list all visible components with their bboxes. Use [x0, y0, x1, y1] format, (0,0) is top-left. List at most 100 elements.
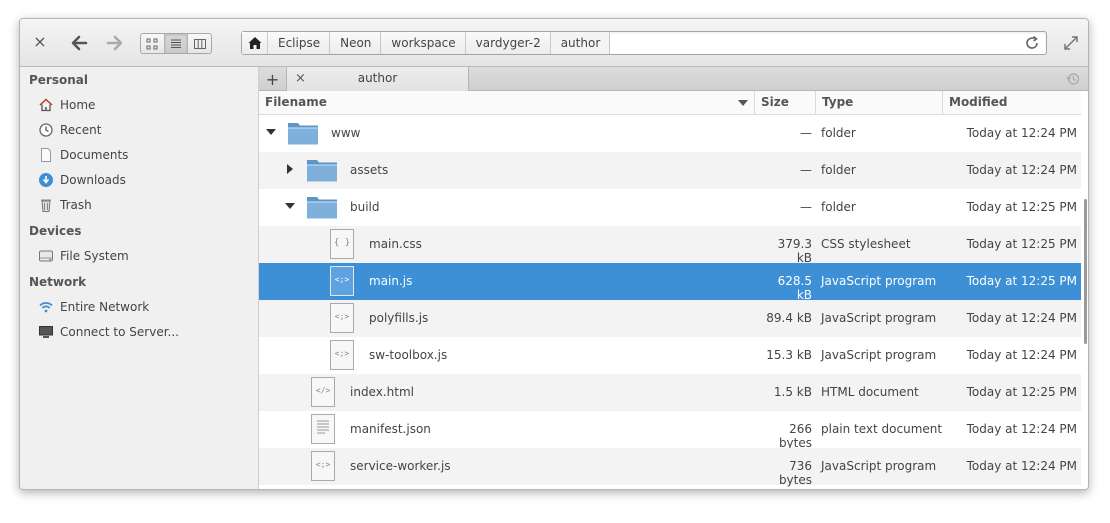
sidebar-item-connect-to-server[interactable]: Connect to Server...: [38, 322, 179, 342]
sidebar-item-trash[interactable]: Trash: [38, 195, 92, 215]
column-filename-label: Filename: [265, 95, 327, 109]
column-filename[interactable]: Filename: [259, 91, 755, 115]
file-modified: Today at 12:24 PM: [966, 348, 1077, 362]
closed-tabs-icon[interactable]: [1066, 72, 1080, 86]
js-file-icon: <;>: [330, 266, 358, 296]
table-row[interactable]: build — folder Today at 12:25 PM: [259, 189, 1081, 226]
sidebar-item-recent[interactable]: Recent: [38, 120, 101, 140]
file-name: service-worker.js: [350, 459, 451, 473]
table-row[interactable]: <;> sw-toolbox.js 15.3 kB JavaScript progra…: [259, 337, 1081, 374]
svg-text:{ }: { }: [334, 238, 350, 248]
expander-open-icon[interactable]: [285, 203, 295, 209]
svg-text:<;>: <;>: [335, 349, 350, 358]
breadcrumb-item[interactable]: Eclipse: [268, 32, 331, 54]
file-name: main.js: [369, 274, 413, 288]
file-name: manifest.json: [350, 422, 431, 436]
file-modified: Today at 12:25 PM: [966, 274, 1077, 288]
file-manager-window: × Eclipse Neon workspace vardyger-2 auth…: [19, 18, 1089, 490]
file-type: JavaScript program: [821, 311, 937, 325]
breadcrumb-item[interactable]: author: [550, 32, 611, 54]
sidebar-item-home[interactable]: Home: [38, 95, 95, 115]
svg-text:<;>: <;>: [335, 275, 350, 284]
arrow-right-icon: [106, 35, 123, 51]
file-size: —: [800, 200, 812, 214]
file-type: JavaScript program: [821, 274, 937, 288]
breadcrumb-home[interactable]: [242, 32, 268, 54]
file-modified: Today at 12:24 PM: [966, 163, 1077, 177]
sidebar-item-label: Connect to Server...: [60, 325, 179, 339]
expander-open-icon[interactable]: [266, 129, 276, 135]
tab-bar: + × author: [259, 67, 1088, 91]
vertical-scrollbar[interactable]: [1084, 199, 1087, 344]
list-icon: [171, 39, 181, 48]
column-view-button[interactable]: [188, 34, 211, 53]
sidebar-item-label: Home: [60, 98, 96, 112]
expander-closed-icon[interactable]: [287, 164, 293, 174]
list-view-button[interactable]: [164, 34, 189, 53]
svg-text:<;>: <;>: [335, 312, 350, 321]
icon-view-button[interactable]: [141, 34, 165, 53]
file-modified: Today at 12:24 PM: [966, 422, 1077, 436]
forward-button[interactable]: [104, 32, 126, 54]
tab-author[interactable]: × author: [287, 67, 469, 91]
drive-icon: [38, 248, 54, 264]
column-type[interactable]: Type: [816, 91, 943, 115]
file-name: sw-toolbox.js: [369, 348, 448, 362]
table-row[interactable]: <;> polyfills.js 89.4 kB JavaScript program…: [259, 300, 1081, 337]
sidebar-item-downloads[interactable]: Downloads: [38, 170, 126, 190]
breadcrumb-item[interactable]: workspace: [381, 32, 466, 54]
sidebar-heading: Network: [29, 275, 87, 289]
file-size: 1.5 kB: [773, 385, 812, 399]
documents-icon: [38, 147, 54, 163]
file-name: www: [331, 126, 361, 140]
file-size: 266 bytes: [778, 422, 812, 450]
table-row[interactable]: <;> main.js 628.5 kB JavaScript program Toda…: [259, 263, 1081, 302]
file-list: Filename Size Type Modified www — folder To…: [259, 91, 1088, 489]
file-modified: Today at 12:24 PM: [966, 126, 1077, 140]
file-modified: Today at 12:25 PM: [966, 200, 1077, 214]
home-icon: [38, 97, 54, 113]
column-size-label: Size: [761, 95, 789, 109]
column-size[interactable]: Size: [755, 91, 816, 115]
file-size: 628.5 kB: [777, 274, 812, 302]
sidebar-item-file-system[interactable]: File System: [38, 246, 129, 266]
close-window-button[interactable]: ×: [32, 34, 48, 50]
sidebar-item-entire-network[interactable]: Entire Network: [38, 297, 149, 317]
arrow-left-icon: [71, 35, 88, 51]
file-type: JavaScript program: [821, 459, 937, 473]
table-row[interactable]: assets — folder Today at 12:24 PM: [259, 152, 1081, 189]
table-row[interactable]: <;> service-worker.js 736 bytes JavaScript …: [259, 448, 1081, 487]
fullscreen-icon[interactable]: [1064, 36, 1078, 50]
table-row[interactable]: { } main.css 379.3 kB CSS stylesheet Today a…: [259, 226, 1081, 265]
file-size: —: [800, 126, 812, 140]
sidebar-item-documents[interactable]: Documents: [38, 145, 128, 165]
file-modified: Today at 12:24 PM: [966, 459, 1077, 473]
js-file-icon: <;>: [330, 303, 358, 333]
file-name: main.css: [369, 237, 422, 251]
breadcrumb-item[interactable]: Neon: [330, 32, 382, 54]
sort-descending-icon: [738, 100, 748, 106]
location-bar[interactable]: Eclipse Neon workspace vardyger-2 author: [241, 31, 1047, 55]
text-file-icon: [311, 414, 339, 444]
new-tab-button[interactable]: +: [259, 67, 287, 91]
column-modified[interactable]: Modified: [943, 91, 1081, 115]
file-rows: www — folder Today at 12:24 PM assets — folder…: [259, 115, 1081, 487]
reload-icon[interactable]: [1024, 35, 1040, 51]
sidebar-item-label: Trash: [60, 198, 92, 212]
back-button[interactable]: [68, 32, 90, 54]
js-file-icon: <;>: [311, 451, 339, 481]
network-icon: [38, 299, 54, 315]
table-row[interactable]: www — folder Today at 12:24 PM: [259, 115, 1081, 152]
svg-text:<;>: <;>: [316, 460, 331, 469]
sidebar-item-label: Documents: [60, 148, 129, 162]
table-row[interactable]: </> index.html 1.5 kB HTML document Today at…: [259, 374, 1081, 411]
file-modified: Today at 12:25 PM: [966, 385, 1077, 399]
table-row[interactable]: manifest.json 266 bytes plain text documen…: [259, 411, 1081, 450]
file-type: HTML document: [821, 385, 919, 399]
file-modified: Today at 12:25 PM: [966, 237, 1077, 251]
header-bar: × Eclipse Neon workspace vardyger-2 auth…: [20, 19, 1088, 67]
file-name: index.html: [350, 385, 414, 399]
folder-icon: [306, 194, 337, 222]
column-header: Filename Size Type Modified: [259, 91, 1081, 115]
breadcrumb-item[interactable]: vardyger-2: [465, 32, 551, 54]
